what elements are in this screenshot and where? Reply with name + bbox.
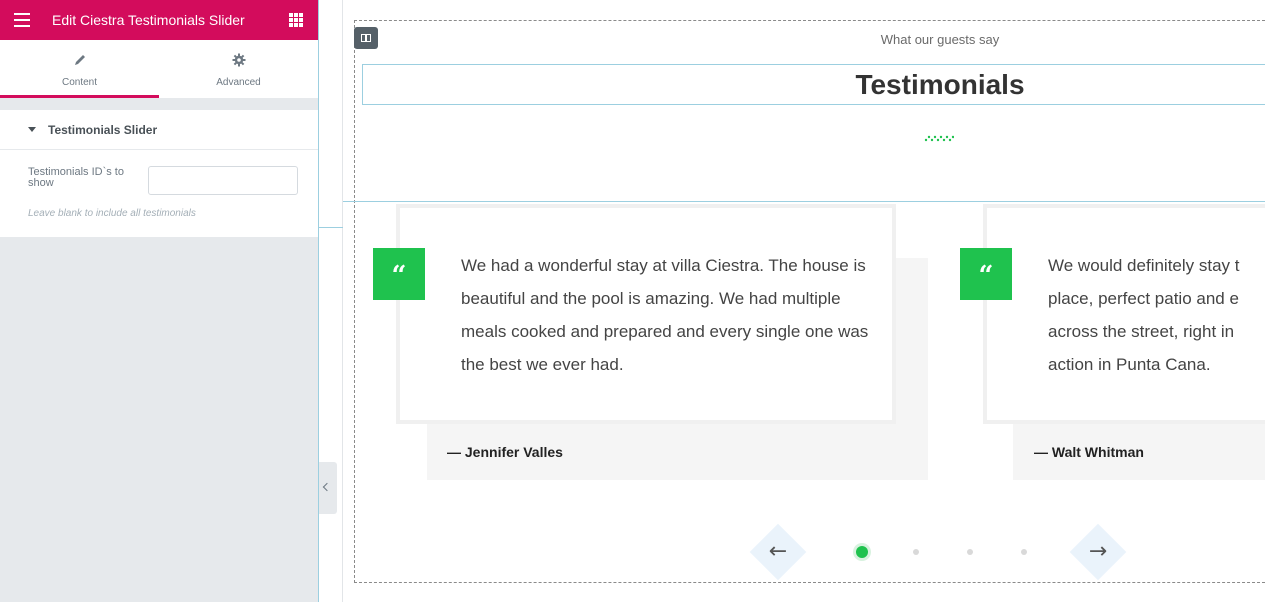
testimonial-author: — Walt Whitman (1034, 444, 1144, 460)
testimonial-text: We would definitely stay t place, perfec… (1048, 256, 1240, 374)
quote-badge: “ (373, 248, 425, 300)
sidebar-header: Edit Ciestra Testimonials Slider (0, 0, 318, 40)
column-layout-icon (361, 34, 371, 42)
tab-advanced-label: Advanced (216, 77, 261, 88)
preview-edge-line (342, 0, 343, 602)
sidebar-title: Edit Ciestra Testimonials Slider (52, 12, 245, 28)
testimonial-text: We had a wonderful stay at villa Ciestra… (461, 256, 869, 374)
section-divider (343, 201, 1265, 202)
slider-dot[interactable] (1021, 549, 1027, 555)
dotted-wave-decoration-icon (924, 135, 954, 142)
section-subtitle: What our guests say (880, 32, 1000, 47)
testimonials-ids-label: Testimonials ID`s to show (28, 166, 124, 189)
panel-tabs: Content Advanced (0, 40, 318, 98)
widgets-grid-icon[interactable] (289, 13, 303, 27)
guide-line-short (318, 227, 343, 228)
section-toggle-testimonials-slider[interactable]: Testimonials Slider (0, 110, 318, 150)
testimonials-ids-input[interactable] (148, 166, 298, 195)
slider-dot[interactable] (967, 549, 973, 555)
slider-dot-active[interactable] (856, 546, 868, 558)
quote-badge: “ (960, 248, 1012, 300)
tab-content-label: Content (61, 77, 98, 88)
controls-panel: Testimonials Slider Testimonials ID`s to… (0, 110, 318, 237)
testimonial-author: — Jennifer Valles (447, 444, 563, 460)
tab-content[interactable]: Content (0, 40, 159, 98)
prev-slide-button[interactable]: ← (750, 524, 806, 580)
gear-icon (232, 53, 246, 67)
section-spacer (0, 98, 318, 110)
editor-sidebar: Edit Ciestra Testimonials Slider Content… (0, 0, 318, 602)
preview-guide-line (318, 0, 319, 602)
section-heading: Testimonials (855, 69, 1025, 100)
caret-down-icon (28, 127, 36, 132)
pencil-icon (75, 55, 85, 65)
chevron-left-icon (322, 482, 332, 492)
next-slide-button[interactable]: → (1070, 524, 1126, 580)
tab-advanced[interactable]: Advanced (159, 40, 318, 98)
hamburger-menu-icon[interactable] (14, 13, 30, 27)
slider-dot[interactable] (913, 549, 919, 555)
collapse-panel-button[interactable] (318, 462, 337, 514)
section-title: Testimonials Slider (48, 123, 158, 137)
testimonials-ids-help: Leave blank to include all testimonials (28, 208, 196, 219)
section-edit-handle[interactable] (354, 27, 378, 49)
